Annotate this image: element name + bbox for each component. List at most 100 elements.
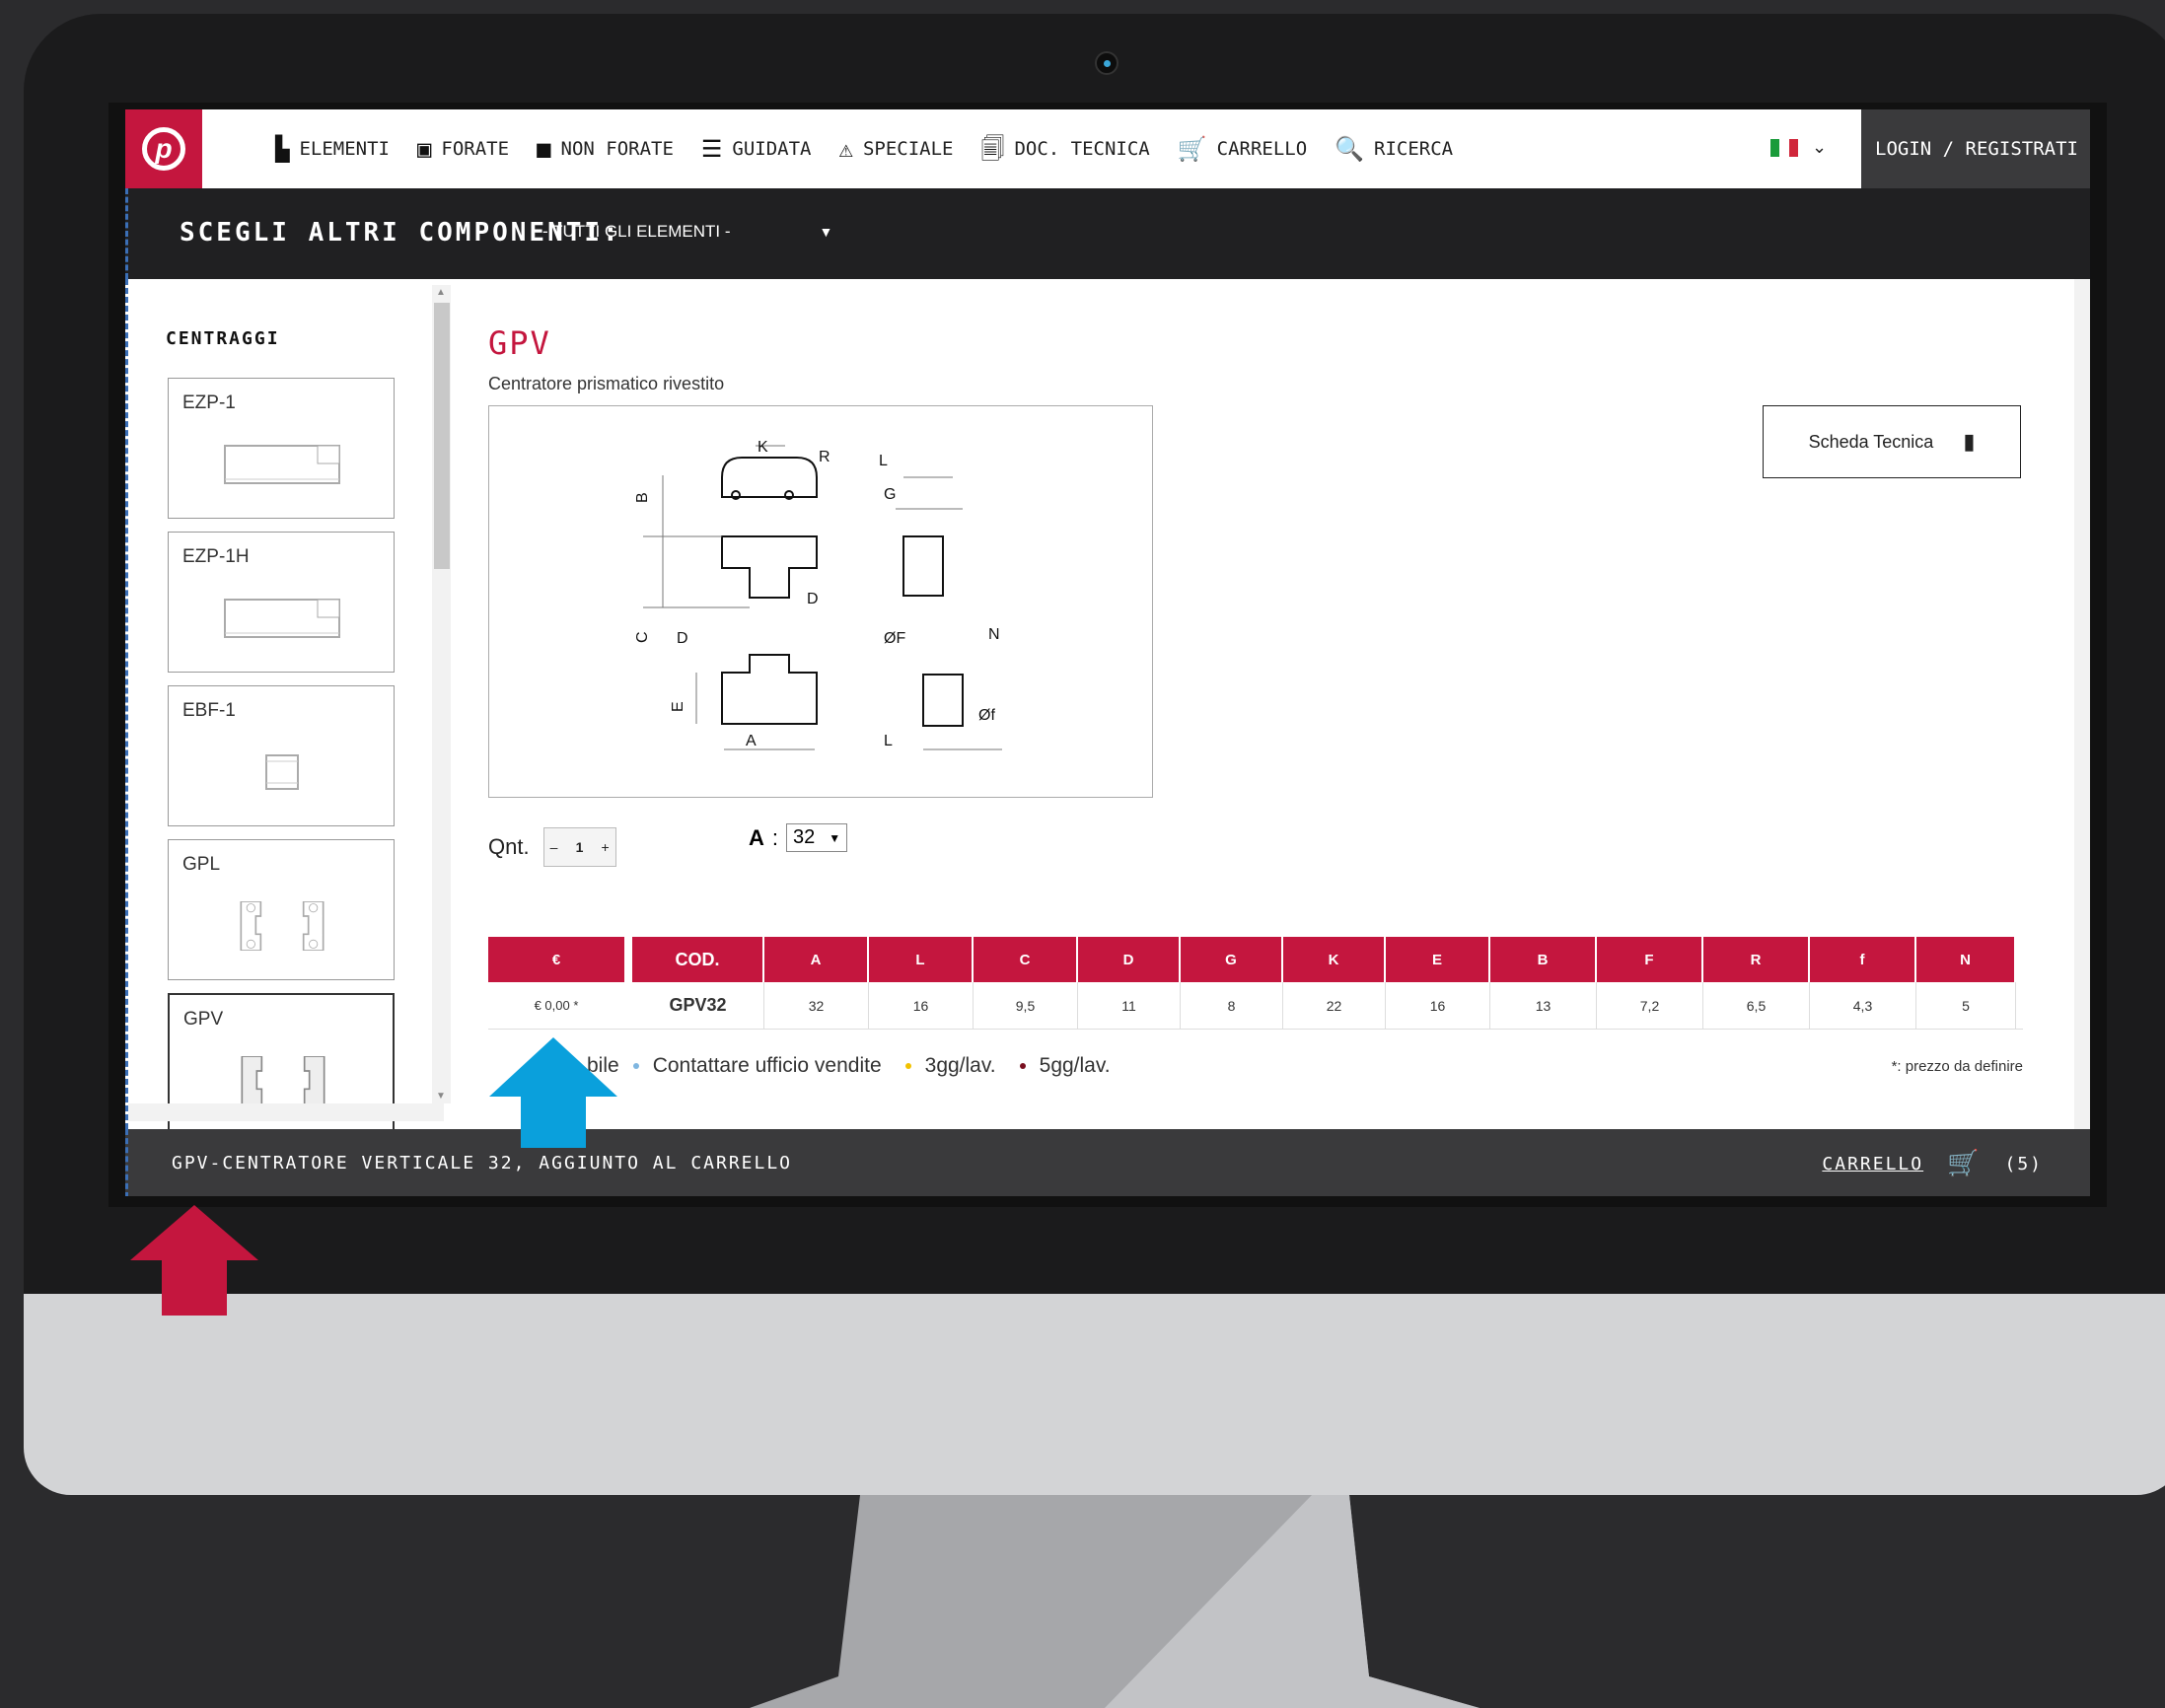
product-title: GPV <box>488 324 551 362</box>
component-filter-bar: SCEGLI ALTRI COMPONENTI: - TUTTI GLI ELE… <box>125 188 2090 279</box>
scroll-up-icon[interactable]: ▲ <box>436 287 446 298</box>
quantity-plus-button[interactable]: + <box>596 839 615 855</box>
svg-text:ØF: ØF <box>884 630 905 647</box>
product-card-ezp-1h[interactable]: EZP-1H <box>168 532 395 673</box>
dropdown-arrow-icon: ▼ <box>819 224 833 240</box>
sidebar-scrollbar[interactable]: ▲ ▼ <box>432 285 452 1103</box>
column-header: K <box>1283 937 1386 982</box>
quantity-control: Qnt. – 1 + <box>488 827 616 867</box>
table-cell: 4,3 <box>1810 982 1916 1029</box>
product-thumbnail <box>240 901 325 951</box>
column-header: € <box>488 937 624 982</box>
svg-text:C: C <box>634 631 651 643</box>
table-cell: 8 <box>1181 982 1283 1029</box>
product-detail: GPV Centratore prismatico rivestito K R … <box>451 279 2090 1129</box>
product-thumbnail <box>241 1056 325 1105</box>
sidebar-title: CENTRAGGI <box>166 328 280 349</box>
availability-legend: bile Contattare ufficio vendite 3gg/lav.… <box>587 1054 2023 1077</box>
table-cell: 16 <box>1386 982 1490 1029</box>
search-icon: 🔍 <box>1335 135 1365 163</box>
guide-icon: ☰ <box>700 135 723 163</box>
table-cell: 7,2 <box>1597 982 1703 1029</box>
column-header: A <box>764 937 869 982</box>
table-cell: 32 <box>764 982 869 1029</box>
main-menu: ▙ Elementi ▣ Forate ■ Non Forate ☰ Guidata ⚠… <box>275 109 1453 188</box>
category-sidebar: CENTRAGGI EZP-1 EZP-1H EBF-1 GPL GPV ▲ ▼ <box>125 279 452 1134</box>
table-cell: GPV32 <box>632 982 764 1029</box>
square-holes-icon: ▣ <box>416 135 432 163</box>
table-header: € COD. A L C D G K E B F Rf N <box>488 937 2023 982</box>
menu-item-doc-tecnica[interactable]: 🗐 Doc. Tecnica <box>980 137 1149 161</box>
login-button[interactable]: LOGIN / REGISTRATI <box>1861 109 2090 188</box>
table-cell: 11 <box>1078 982 1181 1029</box>
svg-text:G: G <box>884 486 896 503</box>
quantity-value[interactable]: 1 <box>564 839 596 855</box>
column-header: f <box>1810 937 1916 982</box>
blue-arrow-annotation <box>489 1037 617 1148</box>
component-select[interactable]: - TUTTI GLI ELEMENTI - ▼ <box>542 222 832 242</box>
svg-text:L: L <box>879 453 888 469</box>
cart-notification-bar: GPV-CENTRATORE VERTICALE 32, AGGIUNTO AL… <box>125 1129 2090 1196</box>
product-thumbnail <box>224 599 340 638</box>
legend-dot-3days <box>904 1063 911 1069</box>
table-row: € 0,00 * GPV32 32 16 9,5 11 8 22 16 13 7,2 6,5 4,3 5 <box>488 982 2023 1030</box>
red-arrow-annotation <box>130 1205 258 1316</box>
column-header: F <box>1597 937 1703 982</box>
product-list: EZP-1 EZP-1H EBF-1 GPL GPV <box>168 378 395 1147</box>
menu-item-non-forate[interactable]: ■ Non Forate <box>537 137 674 161</box>
scrollbar-thumb[interactable] <box>434 303 450 569</box>
product-card-gpl[interactable]: GPL <box>168 839 395 980</box>
language-selector[interactable]: ⌄ <box>1770 137 1827 158</box>
quantity-minus-button[interactable]: – <box>544 839 564 855</box>
italy-flag-icon <box>1770 138 1798 157</box>
cart-icon: 🛒 <box>1947 1149 1982 1178</box>
column-header: G <box>1181 937 1283 982</box>
product-subtitle: Centratore prismatico rivestito <box>488 374 725 393</box>
product-table: € COD. A L C D G K E B F Rf N € 0,00 * GPV32 32 16 9,5 11… <box>488 937 2023 1030</box>
svg-text:R: R <box>819 449 830 465</box>
product-card-ebf-1[interactable]: EBF-1 <box>168 685 395 826</box>
table-cell: € 0,00 * <box>534 998 579 1013</box>
column-header: D <box>1078 937 1181 982</box>
document-icon: 🗐 <box>980 135 1005 163</box>
column-header: E <box>1386 937 1490 982</box>
top-navigation: p ▙ Elementi ▣ Forate ■ Non Forate ☰ Guidata… <box>125 109 2090 188</box>
table-cell: 13 <box>1490 982 1597 1029</box>
menu-item-speciale[interactable]: ⚠ Speciale <box>839 137 954 161</box>
file-icon: ▮ <box>1963 429 1976 454</box>
product-card-ezp-1[interactable]: EZP-1 <box>168 378 395 519</box>
technical-drawing: K R L G B C D D ØF N E A L Øf <box>488 405 1153 798</box>
dimension-a-selector: A: 32 ▼ <box>749 823 848 852</box>
warning-icon: ⚠ <box>838 135 853 163</box>
scroll-down-icon[interactable]: ▼ <box>436 1091 446 1102</box>
svg-text:A: A <box>746 733 757 749</box>
cart-count: (5) <box>2004 1153 2043 1174</box>
column-header: B <box>1490 937 1597 982</box>
dimension-a-select[interactable]: 32 ▼ <box>786 823 848 852</box>
menu-item-ricerca[interactable]: 🔍 Ricerca <box>1335 137 1453 161</box>
quantity-stepper[interactable]: – 1 + <box>542 827 616 867</box>
price-note: *: prezzo da definire <box>1891 1057 2023 1075</box>
sidebar-horizontal-scrollbar[interactable] <box>128 1103 444 1121</box>
svg-text:D: D <box>677 630 688 647</box>
svg-text:N: N <box>988 626 1000 643</box>
product-thumbnail <box>265 754 299 790</box>
menu-item-elementi[interactable]: ▙ Elementi <box>275 137 390 161</box>
svg-text:D: D <box>807 591 819 607</box>
technical-sheet-button[interactable]: Scheda Tecnica ▮ <box>1763 405 2021 478</box>
legend-dot-5days <box>1019 1063 1026 1069</box>
svg-text:K: K <box>758 439 768 456</box>
table-cell: 16 <box>869 982 974 1029</box>
main-scrollbar[interactable] <box>2074 279 2090 1129</box>
menu-item-carrello[interactable]: 🛒 Carrello <box>1178 137 1307 161</box>
bar-chart-icon: ▙ <box>275 135 290 163</box>
svg-text:Øf: Øf <box>978 707 995 724</box>
menu-item-forate[interactable]: ▣ Forate <box>417 137 509 161</box>
dropdown-arrow-icon: ▼ <box>829 830 841 845</box>
cart-link[interactable]: CARRELLO 🛒 (5) <box>1822 1149 2043 1178</box>
table-cell: 22 <box>1283 982 1386 1029</box>
menu-item-guidata[interactable]: ☰ Guidata <box>701 137 812 161</box>
site-logo[interactable]: p <box>125 109 202 188</box>
table-cell: 6,5 <box>1703 982 1810 1029</box>
svg-text:L: L <box>884 733 893 749</box>
